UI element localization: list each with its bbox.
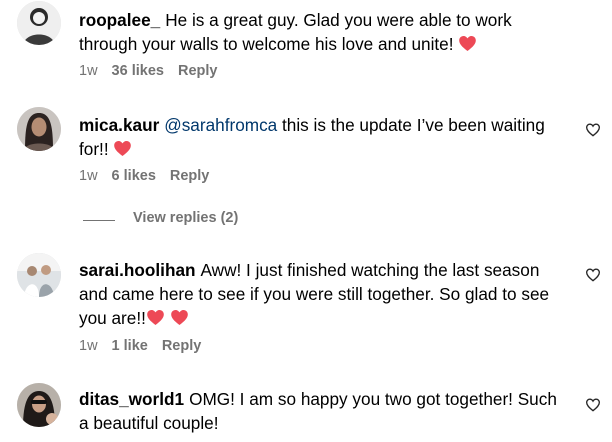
comment-meta: 1w 6 likes Reply: [79, 168, 223, 184]
like-comment-heart-icon[interactable]: [585, 397, 601, 413]
reply-button[interactable]: Reply: [170, 168, 210, 184]
comment-username[interactable]: roopalee_: [79, 10, 160, 30]
comment-body: ditas_world1 OMG! I am so happy you two g…: [79, 387, 569, 435]
comment-likes-count[interactable]: 36 likes: [112, 63, 164, 79]
comment-meta: 1w 36 likes Reply: [79, 63, 231, 79]
avatar[interactable]: [17, 107, 61, 151]
comment-body: sarai.hoolihan Aww! I just finished watch…: [79, 258, 569, 330]
avatar[interactable]: [17, 383, 61, 427]
view-replies-label[interactable]: View replies (2): [133, 210, 238, 226]
reply-button[interactable]: Reply: [178, 63, 218, 79]
avatar[interactable]: [17, 253, 61, 297]
heart-emoji-icon: [458, 34, 477, 53]
comment-likes-count[interactable]: 1 like: [112, 338, 148, 354]
heart-emoji-icon: [113, 139, 132, 158]
view-replies-line: [83, 220, 115, 221]
heart-emoji-icon: [170, 308, 189, 327]
heart-emoji-icon: [146, 308, 165, 327]
comment-username[interactable]: mica.kaur: [79, 115, 159, 135]
reply-button[interactable]: Reply: [162, 338, 202, 354]
comment-username[interactable]: sarai.hoolihan: [79, 260, 196, 280]
comment-timestamp[interactable]: 1w: [79, 63, 98, 79]
avatar[interactable]: [17, 1, 61, 45]
mention-link[interactable]: @sarahfromca: [164, 115, 277, 135]
comment-username[interactable]: ditas_world1: [79, 389, 184, 409]
comment-timestamp[interactable]: 1w: [79, 338, 98, 354]
comment-timestamp[interactable]: 1w: [79, 168, 98, 184]
comment-likes-count[interactable]: 6 likes: [112, 168, 156, 184]
comment-meta: 1w 1 like Reply: [79, 338, 215, 354]
like-comment-heart-icon[interactable]: [585, 267, 601, 283]
like-comment-heart-icon[interactable]: [585, 122, 601, 138]
comment-body: mica.kaur @sarahfromca this is the update…: [79, 113, 569, 161]
comment-body: roopalee_ He is a great guy. Glad you wer…: [79, 8, 569, 56]
